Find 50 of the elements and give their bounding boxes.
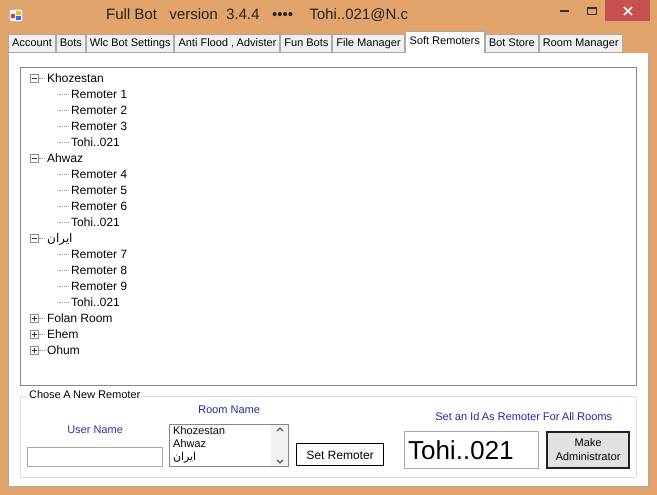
tab[interactable]: Bot Store (484, 34, 539, 53)
collapse-icon[interactable] (30, 154, 39, 162)
close-icon (622, 6, 632, 16)
tree-node[interactable]: Remoter 3 (71, 118, 128, 134)
tree-node[interactable]: Remoter 4 (71, 166, 128, 182)
tree-node[interactable]: ایران (47, 230, 72, 246)
tab[interactable]: Fun Bots (280, 34, 332, 53)
tree-node[interactable]: Tohi..021 (71, 294, 120, 310)
room-option[interactable]: ایران (173, 451, 271, 464)
all-rooms-label: Set an Id As Remoter For All Rooms (435, 410, 612, 425)
make-administrator-button[interactable]: Make Administrator (546, 430, 630, 468)
set-remoter-button[interactable]: Set Remoter (296, 443, 384, 466)
tree-node[interactable]: Remoter 7 (71, 246, 128, 262)
app-icon (9, 9, 23, 22)
tree-node[interactable]: Tohi..021 (71, 134, 120, 150)
tab[interactable]: Soft Remoters (404, 31, 485, 53)
collapse-icon[interactable] (30, 74, 39, 82)
tab[interactable]: Anti Flood , Advister (174, 34, 280, 53)
tree-node[interactable]: Ahwaz (47, 150, 84, 166)
scrollbar[interactable] (271, 425, 288, 466)
tree-node[interactable]: Remoter 9 (71, 278, 128, 294)
tree-node[interactable]: Khozestan (47, 70, 104, 86)
window-title: Full Bot version 3.4.4 •••• Tohi..021@N.c (106, 5, 409, 26)
admin-id-field[interactable]: Tohi..021 (404, 430, 539, 468)
tab[interactable]: File Manager (332, 34, 405, 53)
tree-node[interactable]: Tohi..021 (71, 214, 120, 230)
scroll-up-icon[interactable] (276, 427, 284, 432)
room-option[interactable]: Khozestan (173, 425, 271, 438)
tree-node[interactable]: Remoter 2 (71, 102, 128, 118)
collapse-icon[interactable] (30, 234, 39, 242)
tab[interactable]: Bots (56, 34, 86, 53)
tree-node[interactable]: Ehem (47, 326, 78, 342)
room-name-label: Room Name (198, 402, 260, 418)
scroll-down-icon[interactable] (276, 459, 284, 464)
tab[interactable]: Room Manager (538, 34, 623, 53)
tree-node[interactable]: Remoter 6 (71, 198, 128, 214)
tree-node[interactable]: Ohum (47, 342, 80, 358)
tree-node[interactable]: Remoter 5 (71, 182, 128, 198)
tab[interactable]: Wlc Bot Settings (86, 34, 174, 53)
expand-icon[interactable] (30, 330, 39, 338)
room-option[interactable]: Ahwaz (173, 438, 271, 451)
expand-icon[interactable] (30, 314, 39, 322)
user-name-field[interactable] (27, 447, 163, 467)
tab[interactable]: Account (8, 34, 56, 53)
expand-icon[interactable] (30, 346, 39, 354)
tree-node[interactable]: Remoter 1 (71, 86, 128, 102)
close-button[interactable] (605, 0, 650, 21)
tree-node[interactable]: Folan Room (47, 310, 112, 326)
user-name-label: User Name (67, 422, 123, 438)
tree-node[interactable]: Remoter 8 (71, 262, 128, 278)
